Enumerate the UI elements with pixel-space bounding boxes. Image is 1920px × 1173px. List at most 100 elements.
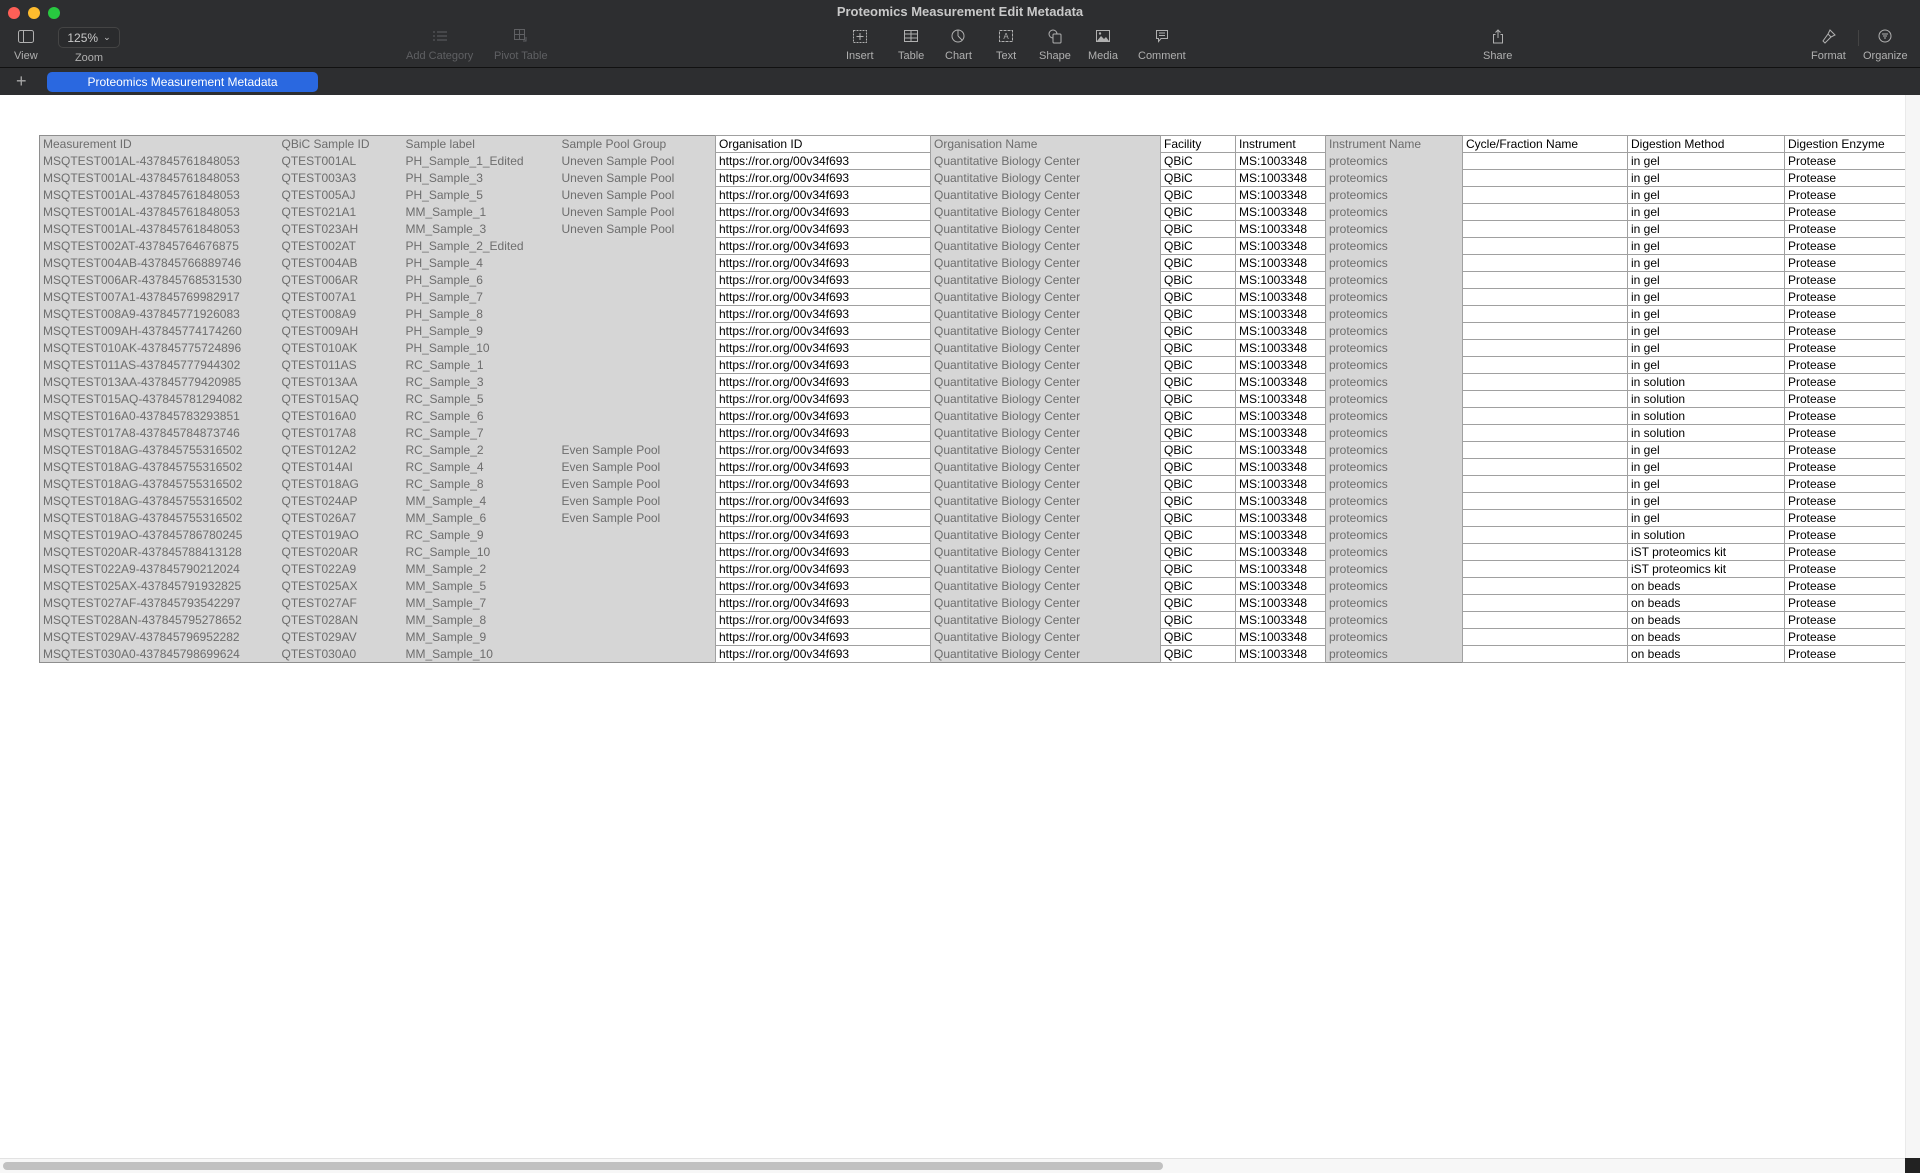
cycle-fraction-name-cell[interactable] [1462,390,1628,408]
instrument-cell[interactable]: MS:1003348 [1235,594,1326,612]
digestion-method-cell[interactable]: iST proteomics kit [1627,543,1785,561]
cycle-fraction-name-cell[interactable] [1462,237,1628,255]
digestion-enzyme-cell[interactable]: Protease [1784,543,1913,561]
instrument-cell[interactable]: MS:1003348 [1235,407,1326,425]
digestion-method-cell[interactable]: on beads [1627,594,1785,612]
text-button[interactable]: A Text [996,26,1016,62]
cycle-fraction-name-cell[interactable] [1462,152,1628,170]
facility-cell[interactable]: QBiC [1160,305,1236,323]
sheet-tab-active[interactable]: Proteomics Measurement Metadata [47,72,318,92]
vertical-scroll-track[interactable] [1905,95,1920,1158]
digestion-method-cell[interactable]: in gel [1627,356,1785,374]
instrument-cell[interactable]: MS:1003348 [1235,577,1326,595]
digestion-method-cell[interactable]: in solution [1627,407,1785,425]
digestion-enzyme-cell[interactable]: Protease [1784,458,1913,476]
digestion-method-cell[interactable]: in gel [1627,169,1785,187]
instrument-cell[interactable]: MS:1003348 [1235,458,1326,476]
cycle-fraction-name-cell[interactable] [1462,220,1628,238]
organisation-id-cell[interactable]: https://ror.org/00v34f693 [715,526,931,544]
cycle-fraction-name-cell[interactable] [1462,560,1628,578]
shape-button[interactable]: Shape [1039,26,1071,62]
digestion-method-cell[interactable]: in gel [1627,322,1785,340]
digestion-enzyme-cell[interactable]: Protease [1784,237,1913,255]
digestion-method-cell[interactable]: in gel [1627,254,1785,272]
cycle-fraction-name-cell[interactable] [1462,169,1628,187]
facility-cell[interactable]: QBiC [1160,611,1236,629]
organisation-id-header[interactable]: Organisation ID [715,135,931,153]
digestion-enzyme-cell[interactable]: Protease [1784,492,1913,510]
comment-button[interactable]: Comment [1138,26,1186,62]
instrument-cell[interactable]: MS:1003348 [1235,492,1326,510]
organisation-id-cell[interactable]: https://ror.org/00v34f693 [715,339,931,357]
instrument-cell[interactable]: MS:1003348 [1235,203,1326,221]
instrument-cell[interactable]: MS:1003348 [1235,509,1326,527]
facility-cell[interactable]: QBiC [1160,560,1236,578]
instrument-cell[interactable]: MS:1003348 [1235,475,1326,493]
instrument-cell[interactable]: MS:1003348 [1235,339,1326,357]
insert-button[interactable]: Insert [846,26,874,62]
organisation-id-cell[interactable]: https://ror.org/00v34f693 [715,322,931,340]
organisation-id-cell[interactable]: https://ror.org/00v34f693 [715,475,931,493]
digestion-enzyme-cell[interactable]: Protease [1784,628,1913,646]
digestion-enzyme-cell[interactable]: Protease [1784,152,1913,170]
cycle-fraction-name-cell[interactable] [1462,407,1628,425]
digestion-enzyme-cell[interactable]: Protease [1784,271,1913,289]
organisation-id-cell[interactable]: https://ror.org/00v34f693 [715,169,931,187]
instrument-cell[interactable]: MS:1003348 [1235,237,1326,255]
organisation-id-cell[interactable]: https://ror.org/00v34f693 [715,271,931,289]
digestion-method-cell[interactable]: in gel [1627,441,1785,459]
organisation-id-cell[interactable]: https://ror.org/00v34f693 [715,254,931,272]
digestion-method-cell[interactable]: in gel [1627,203,1785,221]
organisation-id-cell[interactable]: https://ror.org/00v34f693 [715,390,931,408]
digestion-method-cell[interactable]: in gel [1627,271,1785,289]
cycle-fraction-name-cell[interactable] [1462,254,1628,272]
digestion-enzyme-cell[interactable]: Protease [1784,356,1913,374]
digestion-method-cell[interactable]: on beads [1627,577,1785,595]
organisation-id-cell[interactable]: https://ror.org/00v34f693 [715,441,931,459]
facility-cell[interactable]: QBiC [1160,356,1236,374]
instrument-cell[interactable]: MS:1003348 [1235,186,1326,204]
organisation-id-cell[interactable]: https://ror.org/00v34f693 [715,577,931,595]
facility-cell[interactable]: QBiC [1160,169,1236,187]
digestion-method-cell[interactable]: in solution [1627,373,1785,391]
facility-cell[interactable]: QBiC [1160,339,1236,357]
facility-cell[interactable]: QBiC [1160,271,1236,289]
facility-cell[interactable]: QBiC [1160,186,1236,204]
facility-cell[interactable]: QBiC [1160,373,1236,391]
digestion-enzyme-cell[interactable]: Protease [1784,305,1913,323]
facility-cell[interactable]: QBiC [1160,458,1236,476]
cycle-fraction-name-cell[interactable] [1462,645,1628,663]
horizontal-scroll-thumb[interactable] [3,1162,1163,1170]
cycle-fraction-name-cell[interactable] [1462,611,1628,629]
facility-header[interactable]: Facility [1160,135,1236,153]
cycle-fraction-name-cell[interactable] [1462,186,1628,204]
organisation-id-cell[interactable]: https://ror.org/00v34f693 [715,237,931,255]
digestion-method-cell[interactable]: in gel [1627,492,1785,510]
facility-cell[interactable]: QBiC [1160,288,1236,306]
digestion-method-cell[interactable]: on beads [1627,628,1785,646]
digestion-enzyme-cell[interactable]: Protease [1784,424,1913,442]
organisation-id-cell[interactable]: https://ror.org/00v34f693 [715,543,931,561]
digestion-enzyme-cell[interactable]: Protease [1784,407,1913,425]
cycle-fraction-name-cell[interactable] [1462,577,1628,595]
facility-cell[interactable]: QBiC [1160,152,1236,170]
cycle-fraction-name-cell[interactable] [1462,271,1628,289]
digestion-enzyme-cell[interactable]: Protease [1784,254,1913,272]
digestion-method-cell[interactable]: in gel [1627,237,1785,255]
organisation-id-cell[interactable]: https://ror.org/00v34f693 [715,458,931,476]
digestion-method-cell[interactable]: in gel [1627,458,1785,476]
cycle-fraction-name-cell[interactable] [1462,322,1628,340]
instrument-cell[interactable]: MS:1003348 [1235,169,1326,187]
instrument-cell[interactable]: MS:1003348 [1235,288,1326,306]
cycle-fraction-name-cell[interactable] [1462,526,1628,544]
organisation-id-cell[interactable]: https://ror.org/00v34f693 [715,305,931,323]
cycle-fraction-name-cell[interactable] [1462,339,1628,357]
format-button[interactable]: Format [1811,26,1846,62]
digestion-method-header[interactable]: Digestion Method [1627,135,1785,153]
facility-cell[interactable]: QBiC [1160,203,1236,221]
organisation-id-cell[interactable]: https://ror.org/00v34f693 [715,424,931,442]
instrument-cell[interactable]: MS:1003348 [1235,628,1326,646]
pivot-table-button[interactable]: Pivot Table [494,26,548,62]
digestion-method-cell[interactable]: in gel [1627,186,1785,204]
cycle-fraction-name-cell[interactable] [1462,509,1628,527]
